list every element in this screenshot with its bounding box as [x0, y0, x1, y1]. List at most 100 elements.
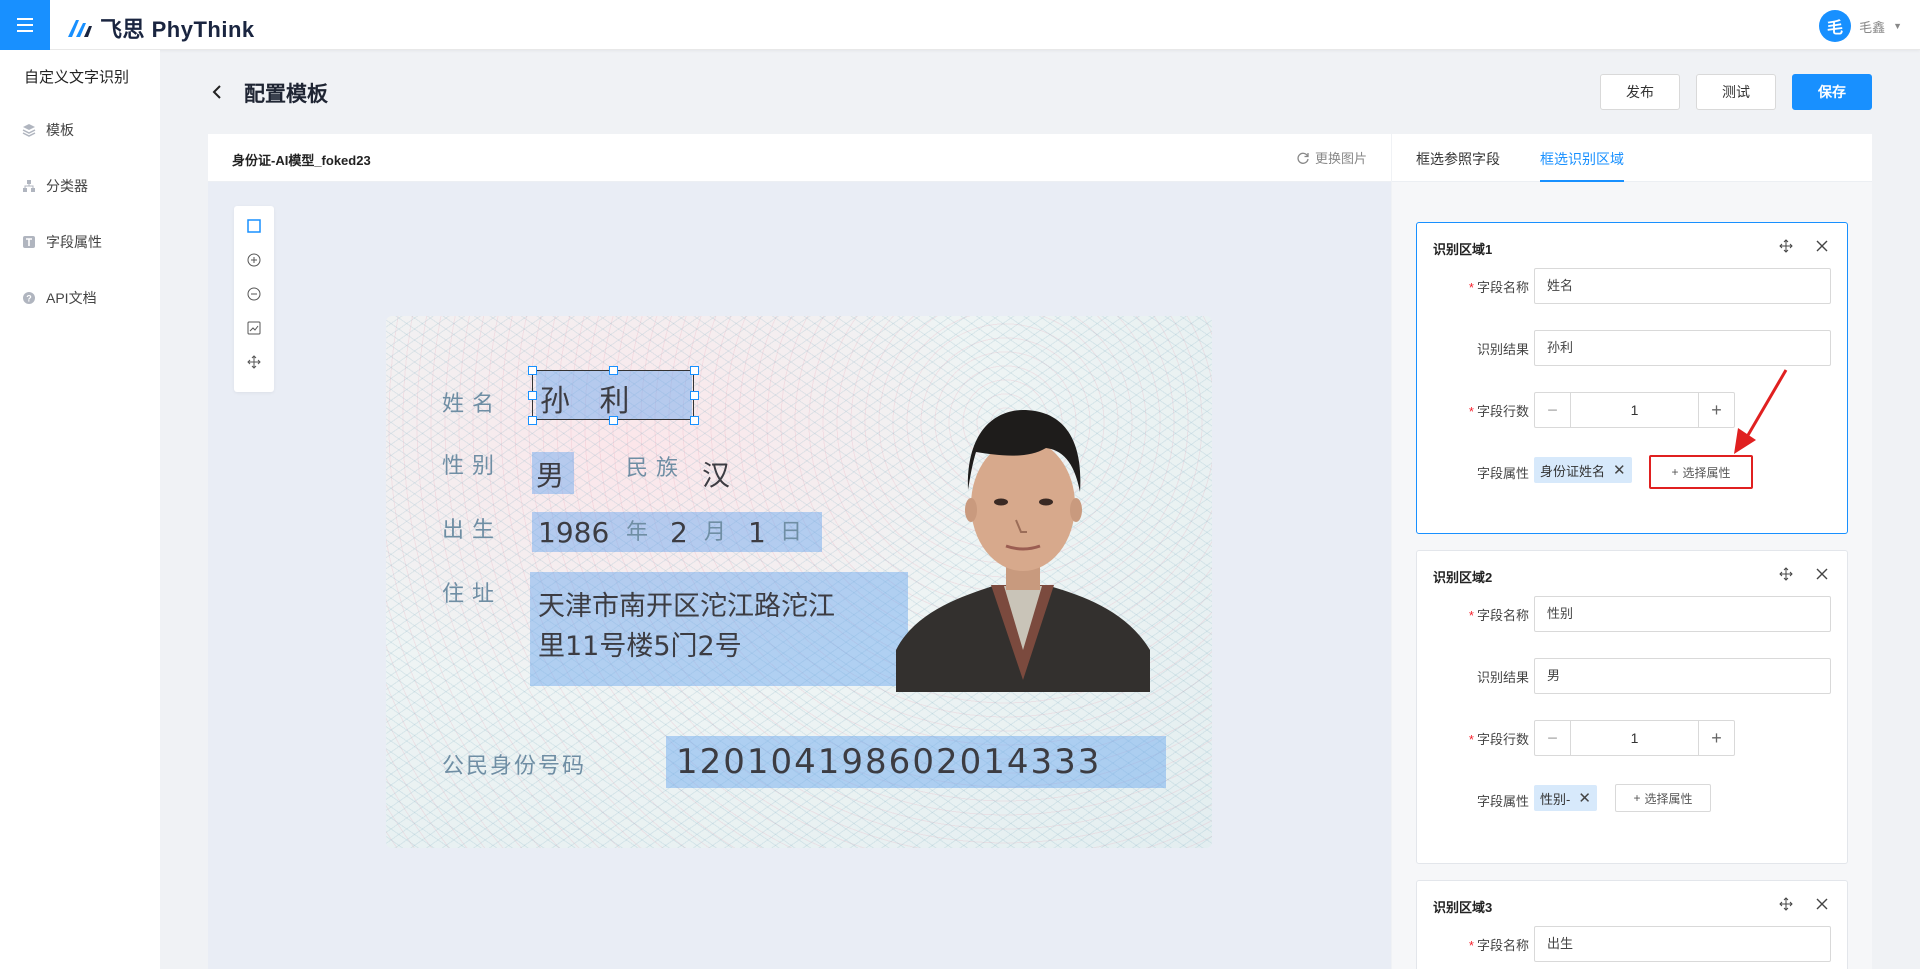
- user-menu[interactable]: 毛 毛鑫 ▼: [1819, 10, 1902, 42]
- resize-handle[interactable]: [528, 391, 537, 400]
- card-value-ethnicity: 汉: [702, 459, 731, 492]
- menu-toggle-button[interactable]: [0, 0, 50, 50]
- resize-handle[interactable]: [528, 366, 537, 375]
- attr-tag: 性别- ✕: [1534, 785, 1597, 811]
- pan-tool[interactable]: [244, 352, 264, 372]
- right-config-panel: 框选参照字段 框选识别区域 识别区域1 * 字段名称 姓名 识别结果 孙利 * 字段…: [1392, 134, 1872, 969]
- help-icon: ?: [23, 292, 35, 304]
- select-attr-button[interactable]: + 选择属性: [1649, 455, 1753, 489]
- field-name-label: * 字段名称: [1468, 938, 1529, 953]
- brand-logo[interactable]: 飞思 PhyThink: [66, 12, 255, 44]
- zoom-in-icon: [247, 253, 261, 267]
- card-label-address: 住址: [442, 582, 503, 607]
- field-name-label: * 字段名称: [1468, 280, 1529, 295]
- save-button[interactable]: 保存: [1792, 74, 1872, 110]
- result-input[interactable]: 孙利: [1534, 330, 1831, 366]
- portrait-photo: [896, 410, 1150, 692]
- card-unit-month: 月: [704, 520, 727, 545]
- fit-image-tool[interactable]: [244, 318, 264, 338]
- sidebar-item-label: 字段属性: [46, 234, 102, 250]
- move-icon[interactable]: [1779, 567, 1793, 581]
- back-arrow-icon[interactable]: [208, 82, 228, 102]
- sidebar-item-template[interactable]: 模板: [22, 120, 74, 140]
- remove-tag-icon[interactable]: ✕: [1578, 789, 1591, 807]
- plus-icon: +: [1633, 791, 1641, 805]
- card-value-birth-month: 2: [670, 516, 688, 549]
- select-attr-label: 选择属性: [1682, 465, 1731, 480]
- tab-recognition-region[interactable]: 框选识别区域: [1540, 149, 1624, 182]
- close-icon[interactable]: [1815, 567, 1829, 581]
- minus-icon[interactable]: −: [1535, 721, 1571, 755]
- resize-handle[interactable]: [528, 416, 537, 425]
- id-card-image[interactable]: 姓名 孙 利 性别 男 民族 汉 出生 1986 年 2 月 1 日 住址 天津…: [386, 316, 1212, 848]
- field-name-input[interactable]: 性别: [1534, 596, 1831, 632]
- canvas-toolbox: [234, 206, 274, 392]
- result-input[interactable]: 男: [1534, 658, 1831, 694]
- zoom-out-icon: [247, 287, 261, 301]
- user-name: 毛鑫: [1859, 19, 1886, 35]
- zoom-out-tool[interactable]: [244, 284, 264, 304]
- test-button[interactable]: 测试: [1696, 74, 1776, 110]
- sidebar-item-field-attr[interactable]: 字段属性: [22, 232, 102, 252]
- close-icon[interactable]: [1815, 897, 1829, 911]
- attr-label: 字段属性: [1476, 794, 1529, 809]
- sidebar-title: 自定义文字识别: [24, 69, 130, 86]
- zoom-in-tool[interactable]: [244, 250, 264, 270]
- lines-label: * 字段行数: [1468, 404, 1529, 419]
- attr-label: 字段属性: [1476, 466, 1529, 481]
- plus-icon[interactable]: +: [1698, 721, 1734, 755]
- remove-tag-icon[interactable]: ✕: [1613, 461, 1626, 479]
- region-card-3[interactable]: 识别区域3 * 字段名称 出生: [1416, 880, 1848, 969]
- card-value-gender: 男: [536, 459, 565, 492]
- brand-name: 飞思 PhyThink: [100, 17, 255, 42]
- field-name-label: * 字段名称: [1468, 608, 1529, 623]
- resize-handle[interactable]: [690, 416, 699, 425]
- card-label-gender: 性别: [442, 454, 503, 479]
- region-list: 识别区域1 * 字段名称 姓名 识别结果 孙利 * 字段行数 − 1 + 字段属性 …: [1392, 182, 1872, 969]
- move-icon[interactable]: [1779, 239, 1793, 253]
- card-label-birth: 出生: [442, 518, 503, 543]
- field-name-input[interactable]: 出生: [1534, 926, 1831, 962]
- rectangle-icon: [247, 219, 261, 233]
- card-label-ethnicity: 民族: [626, 456, 687, 481]
- hierarchy-icon: [23, 180, 35, 192]
- sidebar-item-api-docs[interactable]: ? API文档: [22, 288, 97, 308]
- card-value-idnumber: 120104198602014333: [676, 742, 1102, 782]
- region-title: 识别区域1: [1433, 242, 1493, 257]
- resize-handle[interactable]: [690, 366, 699, 375]
- publish-button[interactable]: 发布: [1600, 74, 1680, 110]
- rect-select-tool[interactable]: [244, 216, 264, 236]
- resize-handle[interactable]: [609, 366, 618, 375]
- hamburger-icon: [17, 18, 33, 20]
- region-card-2[interactable]: 识别区域2 * 字段名称 性别 识别结果 男 * 字段行数 − 1 + 字段属性 性…: [1416, 550, 1848, 864]
- replace-image-button[interactable]: 更换图片: [1296, 148, 1367, 167]
- select-attr-button[interactable]: + 选择属性: [1615, 784, 1711, 812]
- phythink-logo-icon: [68, 20, 92, 37]
- image-canvas-panel: 身份证-AI模型_foked23 更换图片 姓名 孙 利 性别 男 民族 汉 出…: [208, 134, 1391, 969]
- card-value-birth-day: 1: [748, 516, 766, 549]
- plus-icon[interactable]: +: [1698, 393, 1734, 427]
- sidebar-item-classifier[interactable]: 分类器: [22, 176, 88, 196]
- lines-value[interactable]: 1: [1571, 393, 1698, 427]
- sidebar-item-label: 模板: [46, 122, 74, 138]
- image-fit-icon: [247, 321, 261, 335]
- lines-stepper[interactable]: − 1 +: [1534, 392, 1735, 428]
- attr-tag-label: 性别-: [1540, 791, 1571, 807]
- resize-handle[interactable]: [690, 391, 699, 400]
- select-attr-label: 选择属性: [1644, 791, 1693, 806]
- page-title: 配置模板: [244, 83, 328, 106]
- minus-icon[interactable]: −: [1535, 393, 1571, 427]
- lines-stepper[interactable]: − 1 +: [1534, 720, 1735, 756]
- replace-image-label: 更换图片: [1314, 151, 1367, 166]
- result-label: 识别结果: [1476, 342, 1529, 357]
- lines-value[interactable]: 1: [1571, 721, 1698, 755]
- region-title: 识别区域2: [1433, 570, 1493, 585]
- attr-tag-label: 身份证姓名: [1540, 463, 1606, 479]
- move-icon[interactable]: [1779, 897, 1793, 911]
- tab-reference-field[interactable]: 框选参照字段: [1416, 149, 1500, 182]
- field-name-input[interactable]: 姓名: [1534, 268, 1831, 304]
- result-label: 识别结果: [1476, 670, 1529, 685]
- plus-icon: +: [1671, 465, 1679, 479]
- lines-label: * 字段行数: [1468, 732, 1529, 747]
- close-icon[interactable]: [1815, 239, 1829, 253]
